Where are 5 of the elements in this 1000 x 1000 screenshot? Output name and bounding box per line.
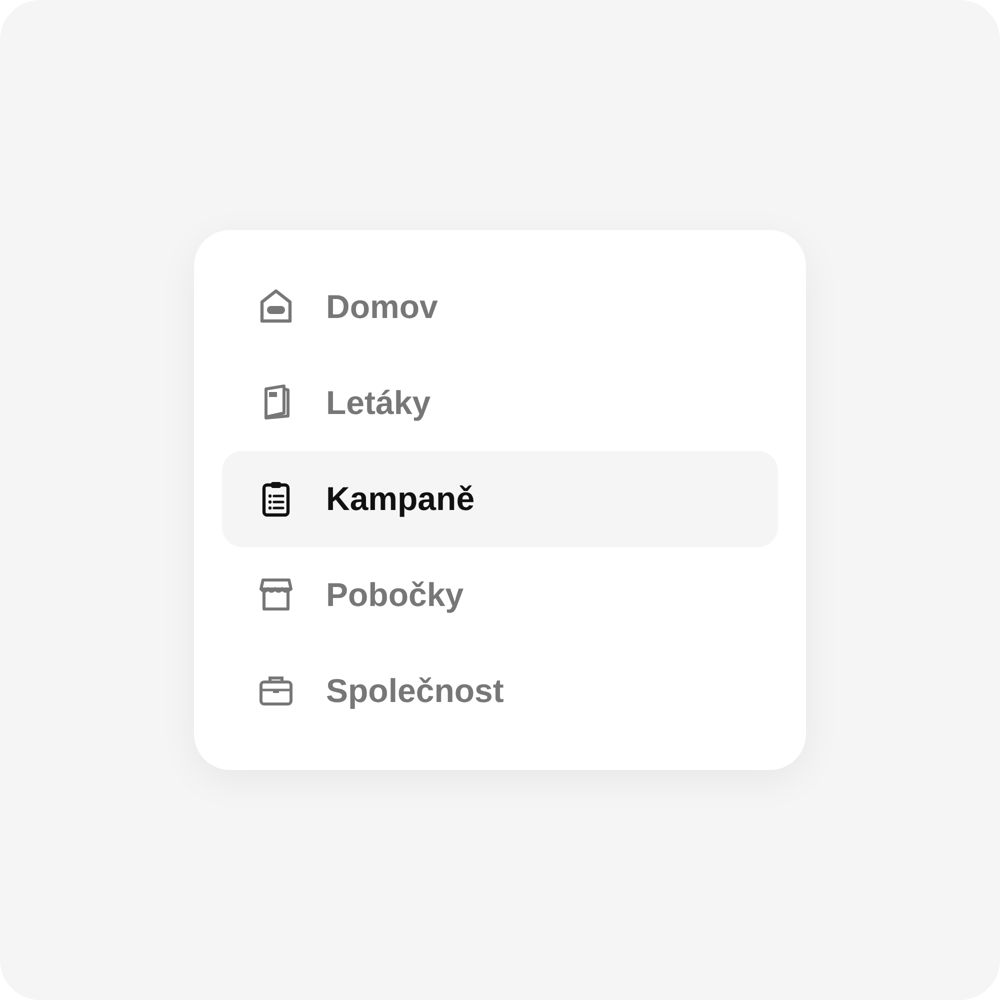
menu-item[interactable]: Domov	[222, 259, 778, 355]
menu-item[interactable]: Pobočky	[222, 547, 778, 643]
menu-item[interactable]: Letáky	[222, 355, 778, 451]
menu-item[interactable]: Společnost	[222, 643, 778, 739]
menu-item[interactable]: Kampaně	[222, 451, 778, 547]
